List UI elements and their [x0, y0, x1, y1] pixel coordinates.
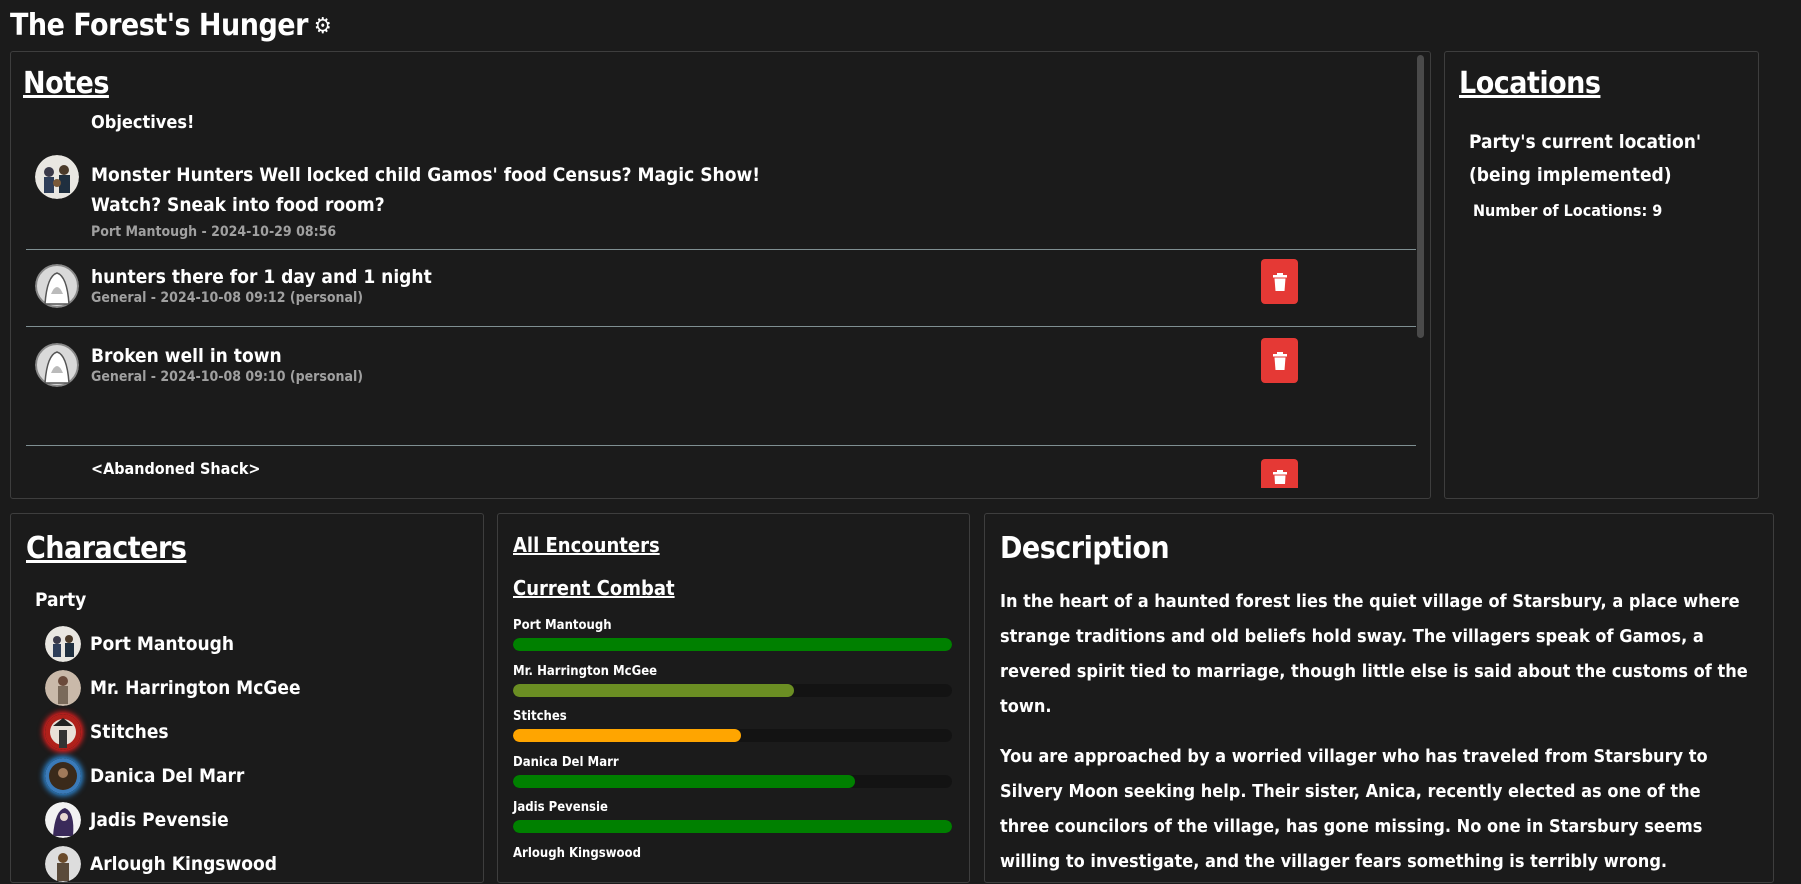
- character-item[interactable]: Mr. Harrington McGee: [45, 668, 301, 708]
- description-body: In the heart of a haunted forest lies th…: [1000, 584, 1755, 879]
- hp-bar-fill: [513, 774, 856, 788]
- description-panel: Description In the heart of a haunted fo…: [984, 513, 1774, 883]
- character-avatar: [45, 626, 81, 662]
- delete-note-button[interactable]: [1261, 338, 1298, 383]
- hp-bar-track: [513, 820, 952, 833]
- character-avatar: [45, 714, 81, 750]
- character-name: Stitches: [90, 721, 169, 743]
- character-item[interactable]: Jadis Pevensie: [45, 800, 229, 840]
- note-text: Broken well in town: [91, 345, 282, 367]
- hp-bar-track: [513, 729, 952, 742]
- hp-bar-fill: [513, 729, 742, 742]
- locations-heading[interactable]: Locations: [1459, 66, 1601, 101]
- current-combat-link[interactable]: Current Combat: [513, 576, 675, 600]
- description-paragraph: In the heart of a haunted forest lies th…: [1000, 591, 1748, 717]
- notes-heading[interactable]: Notes: [23, 66, 109, 101]
- note-meta: General - 2024-10-08 09:10 (personal): [91, 369, 364, 385]
- page-title: The Forest's Hunger ⚙: [10, 8, 332, 43]
- note-item: Objectives! Monster Hunters Well locked …: [26, 112, 1416, 242]
- combatant-name: Arlough Kingswood: [513, 845, 641, 861]
- notes-scrollbar[interactable]: [1417, 55, 1424, 338]
- hp-bar-track: [513, 774, 952, 788]
- description-paragraph: You are approached by a worried villager…: [1000, 746, 1708, 872]
- hp-bar-fill: [513, 683, 794, 697]
- note-text: hunters there for 1 day and 1 night: [91, 266, 432, 288]
- all-encounters-link[interactable]: All Encounters: [513, 533, 660, 557]
- hooded-figure-icon: [35, 343, 79, 387]
- note-separator: [26, 326, 1416, 327]
- hooded-figure-icon: [35, 264, 79, 308]
- party-group-label: Party: [35, 589, 87, 611]
- delete-note-button[interactable]: [1261, 459, 1298, 488]
- current-location: Party's current location' (being impleme…: [1469, 126, 1701, 192]
- character-name: Arlough Kingswood: [90, 853, 277, 875]
- location-count: Number of Locations: 9: [1473, 201, 1663, 220]
- delete-note-button[interactable]: [1261, 259, 1298, 304]
- note-item: Broken well in town General - 2024-10-08…: [26, 338, 1416, 403]
- note-item: hunters there for 1 day and 1 night Gene…: [26, 259, 1416, 324]
- character-item[interactable]: Arlough Kingswood: [45, 844, 277, 884]
- character-name: Jadis Pevensie: [90, 809, 229, 831]
- party-avatar-icon: [35, 155, 79, 199]
- note-title: Objectives!: [91, 112, 195, 133]
- hp-bar-track: [513, 638, 952, 651]
- locations-panel: Locations Party's current location' (bei…: [1444, 51, 1759, 499]
- hp-bar-fill: [513, 820, 952, 833]
- note-meta: Port Mantough - 2024-10-29 08:56: [91, 224, 337, 240]
- note-separator: [26, 445, 1416, 446]
- gear-icon[interactable]: ⚙: [314, 14, 332, 39]
- hp-bar-fill: [513, 638, 952, 651]
- notes-panel: Notes Objectives! Monster Hunters Well l…: [10, 51, 1431, 499]
- character-item[interactable]: Danica Del Marr: [45, 756, 244, 796]
- combatant-name: Danica Del Marr: [513, 754, 619, 770]
- combatant-name: Stitches: [513, 709, 567, 724]
- hp-bar-track: [513, 683, 952, 697]
- character-avatar: [45, 802, 81, 838]
- app-title: The Forest's Hunger: [10, 8, 308, 43]
- character-avatar: [45, 758, 81, 794]
- note-text: <Abandoned Shack>: [91, 459, 261, 478]
- note-meta: General - 2024-10-08 09:12 (personal): [91, 290, 364, 306]
- character-avatar: [45, 846, 81, 882]
- note-text: Monster Hunters Well locked child Gamos'…: [91, 164, 761, 216]
- characters-panel: Characters Party Port Mantough Mr. Harri…: [10, 513, 484, 883]
- note-separator: [26, 249, 1416, 250]
- trash-icon: [1272, 272, 1287, 291]
- trash-icon: [1272, 470, 1287, 484]
- character-item[interactable]: Port Mantough: [45, 624, 234, 664]
- character-avatar: [45, 670, 81, 706]
- note-item: <Abandoned Shack>: [26, 459, 1416, 498]
- combatant-name: Port Mantough: [513, 618, 612, 633]
- characters-heading[interactable]: Characters: [26, 531, 187, 566]
- description-heading: Description: [1000, 531, 1170, 566]
- current-location-label: Party's current location': [1469, 131, 1702, 153]
- current-location-status: (being implemented): [1469, 164, 1672, 186]
- trash-icon: [1272, 351, 1287, 370]
- encounters-panel: All Encounters Current Combat Port Manto…: [497, 513, 970, 883]
- combatant-name: Mr. Harrington McGee: [513, 663, 658, 679]
- character-item[interactable]: Stitches: [45, 712, 169, 752]
- character-name: Port Mantough: [90, 633, 235, 655]
- combatant-name: Jadis Pevensie: [513, 800, 608, 815]
- character-name: Mr. Harrington McGee: [90, 677, 301, 699]
- character-name: Danica Del Marr: [90, 765, 245, 787]
